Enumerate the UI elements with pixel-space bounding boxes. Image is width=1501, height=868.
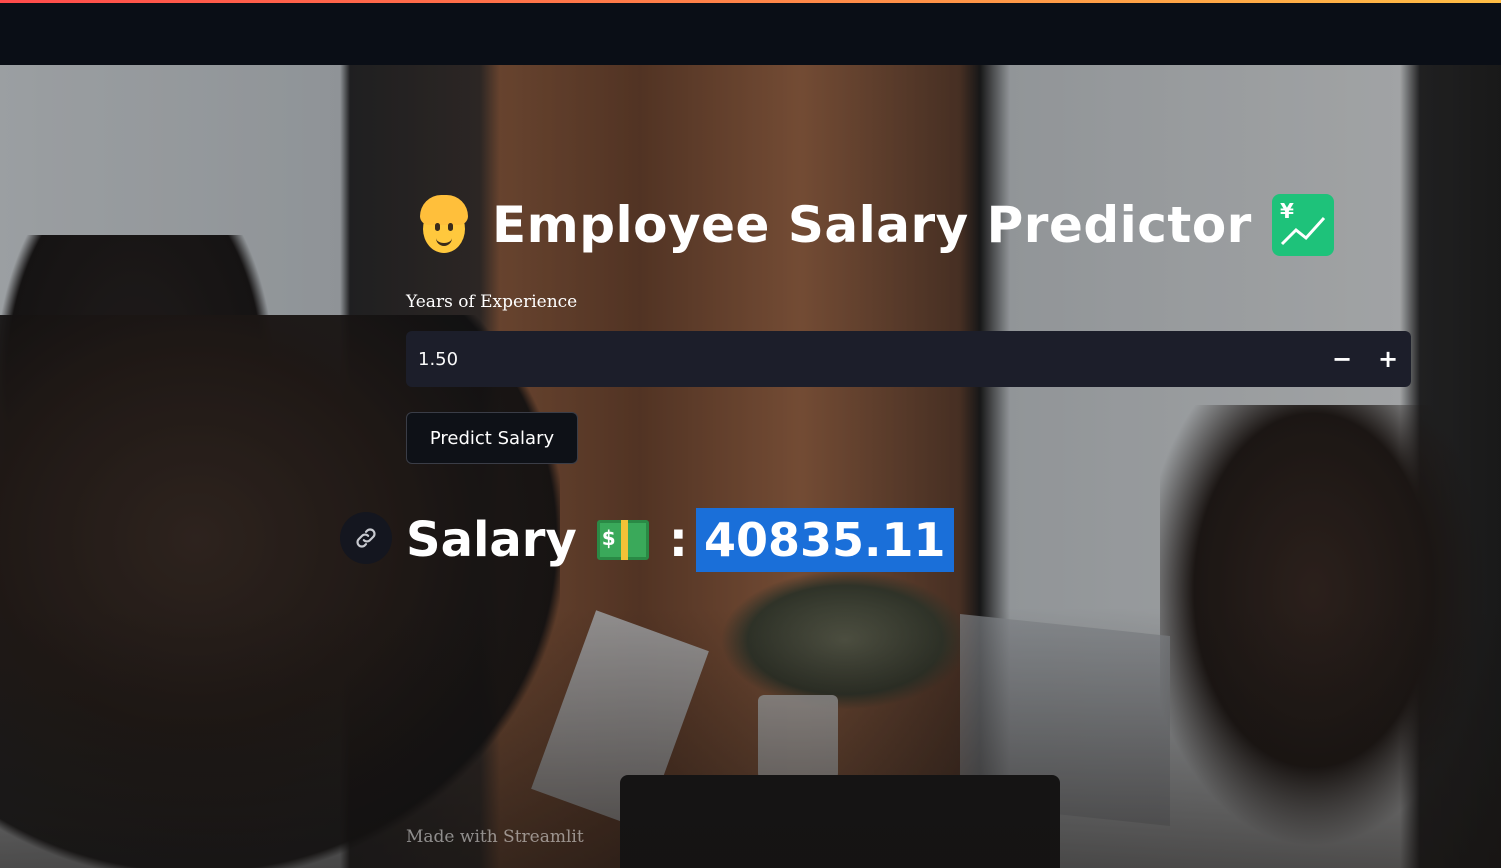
salary-separator: : <box>668 512 688 568</box>
chart-yen-emoji-icon: ¥ <box>1271 194 1334 256</box>
salary-value: 40835.11 <box>695 508 954 572</box>
salary-label: Salary <box>406 512 577 568</box>
page-title-text: Employee Salary Predictor <box>492 196 1252 254</box>
decrement-button[interactable]: − <box>1319 331 1365 387</box>
money-bill-emoji-icon: $ <box>596 520 649 560</box>
page-title: Employee Salary Predictor ¥ <box>416 190 1334 260</box>
footer-made-with-streamlit[interactable]: Made with Streamlit <box>406 827 584 847</box>
main-content: Employee Salary Predictor ¥ Years of Exp… <box>340 65 1411 868</box>
experience-input-value[interactable]: 1.50 <box>406 349 1319 370</box>
predict-salary-button[interactable]: Predict Salary <box>406 412 578 464</box>
experience-label: Years of Experience <box>406 292 578 312</box>
person-blond-emoji-icon <box>416 195 472 255</box>
svg-text:¥: ¥ <box>1280 199 1294 223</box>
salary-result-row: Salary $ : 40835.11 <box>406 505 954 575</box>
increment-button[interactable]: + <box>1365 331 1411 387</box>
app-header-bar <box>0 3 1501 65</box>
experience-number-input[interactable]: 1.50 − + <box>406 331 1411 387</box>
anchor-link-icon[interactable] <box>340 512 392 564</box>
